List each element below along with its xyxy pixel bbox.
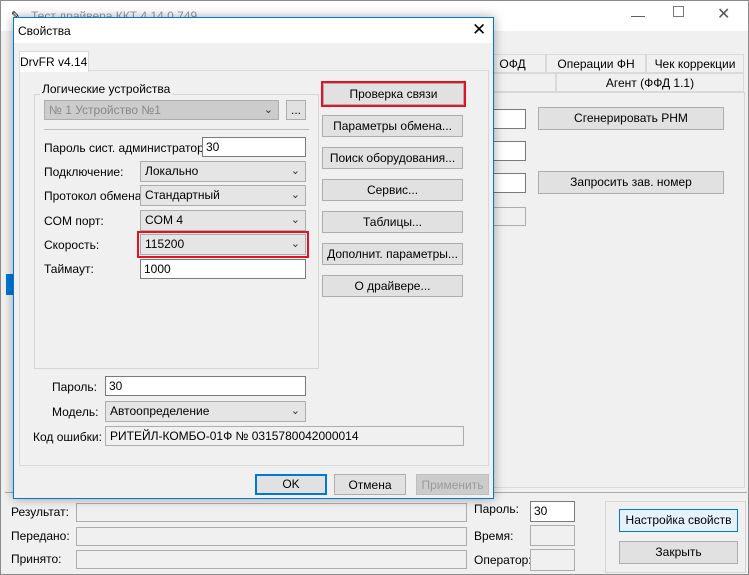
sent-label: Передано:	[11, 529, 70, 543]
received-label: Принято:	[11, 552, 62, 566]
result-field	[76, 503, 467, 522]
protocol-select[interactable]: Стандартный ⌄	[140, 185, 306, 206]
connection-label: Подключение:	[44, 165, 124, 179]
com-label: COM порт:	[44, 214, 104, 228]
operator-label: Оператор:	[474, 553, 532, 567]
com-select[interactable]: COM 4 ⌄	[140, 210, 306, 231]
time-field	[530, 525, 575, 546]
speed-highlight	[137, 231, 309, 258]
model-select[interactable]: Автоопределение ⌄	[105, 401, 306, 422]
admin-password-label: Пароль сист. администратора:	[44, 141, 214, 155]
field-3[interactable]	[491, 173, 526, 193]
field-1[interactable]	[491, 109, 526, 129]
time-label: Время:	[474, 529, 514, 543]
generate-rnm-button[interactable]: Сгенерировать РНМ	[538, 107, 724, 130]
browse-button[interactable]: ...	[286, 100, 306, 120]
admin-password-input[interactable]: 30	[202, 137, 306, 157]
timeout-label: Таймаут:	[44, 262, 94, 276]
properties-dialog: Свойства ✕ DrvFR v4.14.0.749 Логические …	[13, 17, 494, 499]
password-input[interactable]: 30	[105, 376, 306, 396]
password-label: Пароль:	[52, 380, 97, 394]
extra-params-button[interactable]: Дополнит. параметры...	[322, 243, 463, 265]
error-label: Код ошибки:	[33, 430, 102, 444]
sent-field	[76, 527, 467, 546]
find-equipment-button[interactable]: Поиск оборудования...	[322, 147, 463, 169]
dialog-title-bar: Свойства ✕	[14, 18, 493, 43]
about-driver-button[interactable]: О драйвере...	[322, 275, 463, 297]
timeout-input[interactable]: 1000	[140, 259, 306, 279]
field-4	[491, 207, 526, 226]
ok-button[interactable]: OK	[255, 474, 327, 495]
minimize-icon[interactable]: —	[631, 7, 645, 23]
received-field	[76, 550, 467, 569]
speed-label: Скорость:	[44, 238, 100, 252]
exchange-params-button[interactable]: Параметры обмена...	[322, 115, 463, 137]
error-field: РИТЕЙЛ-КОМБО-01Ф № 0315780042000014	[105, 426, 464, 446]
dialog-close-icon[interactable]: ✕	[472, 20, 486, 40]
chevron-down-icon: ⌄	[263, 104, 273, 116]
settings-button[interactable]: Настройка свойств	[619, 509, 738, 532]
tab-fn-operations[interactable]: Операции ФН	[546, 54, 646, 73]
dialog-title: Свойства	[18, 24, 71, 38]
device-select: № 1 Устройство №1 ⌄	[44, 100, 279, 120]
model-label: Модель:	[52, 405, 99, 419]
tab-drvfr[interactable]: DrvFR v4.14.0.749	[19, 51, 89, 72]
tables-button[interactable]: Таблицы...	[322, 211, 463, 233]
password-label: Пароль:	[474, 502, 519, 516]
close-icon[interactable]: ✕	[717, 4, 730, 24]
service-button[interactable]: Сервис...	[322, 179, 463, 201]
maximize-icon[interactable]	[673, 6, 684, 17]
group-title: Логические устройства	[40, 82, 173, 96]
operator-field	[530, 549, 575, 571]
tab-correction[interactable]: Чек коррекции	[646, 54, 744, 73]
request-serial-button[interactable]: Запросить зав. номер	[538, 171, 724, 194]
close-button[interactable]: Закрыть	[619, 541, 738, 564]
check-connection-highlight	[321, 81, 466, 107]
password-input[interactable]: 30	[530, 501, 575, 522]
connection-select[interactable]: Локально ⌄	[140, 161, 306, 182]
result-label: Результат:	[11, 505, 69, 519]
tab-agent[interactable]: Агент (ФФД 1.1)	[556, 73, 744, 92]
apply-button: Применить	[416, 474, 489, 495]
cancel-button[interactable]: Отмена	[334, 474, 406, 495]
protocol-label: Протокол обмена:	[44, 189, 145, 203]
field-2[interactable]	[491, 141, 526, 161]
